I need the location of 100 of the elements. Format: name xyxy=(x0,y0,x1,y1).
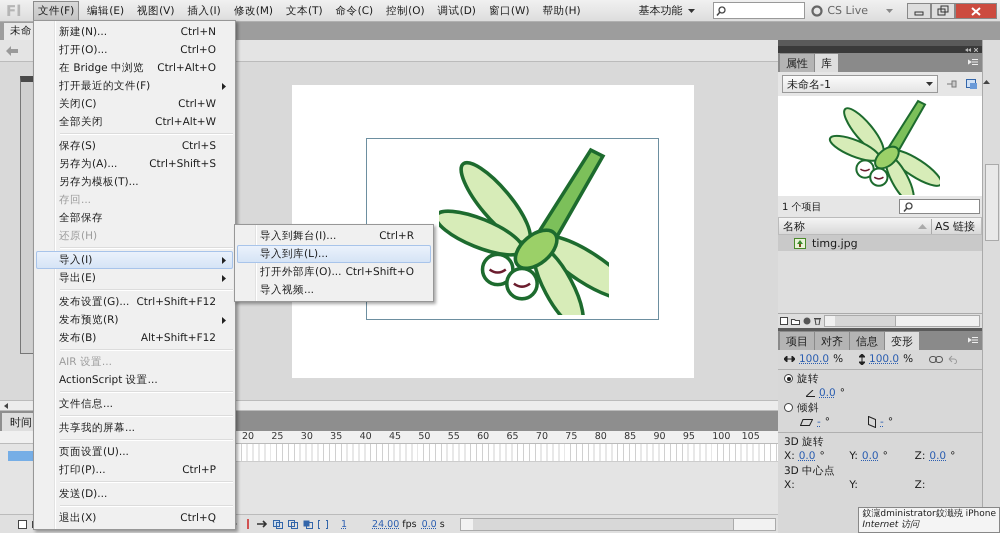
library-item[interactable]: timg.jpg xyxy=(778,235,982,251)
unit-label: ° xyxy=(819,450,825,462)
unit-label: % xyxy=(833,353,844,366)
menu-item[interactable]: 另存为(A)... Ctrl+Shift+S xyxy=(36,155,233,173)
tooltip-subtitle: Internet 访问 xyxy=(862,520,921,531)
unit-label: ° xyxy=(950,450,956,462)
skew-value[interactable]: - xyxy=(880,416,884,428)
menu-item[interactable]: 全部关闭 Ctrl+Alt+W xyxy=(36,113,233,131)
horizontal-scrollbar[interactable] xyxy=(460,518,776,530)
menu-item[interactable]: 退出(X) Ctrl+Q xyxy=(36,509,233,527)
radio-button[interactable] xyxy=(784,374,793,384)
menu-item[interactable]: 页面设置(U)... xyxy=(36,443,233,461)
menu-item[interactable]: 帮助(H) xyxy=(537,0,586,20)
menu-item[interactable]: 导出(E) xyxy=(36,269,233,287)
menu-item[interactable]: 编辑(E) xyxy=(82,0,130,20)
menu-item[interactable]: 发送(D)... xyxy=(36,485,233,503)
cs-live-button[interactable]: CS Live xyxy=(811,4,868,17)
panel-tab[interactable]: 信息 xyxy=(850,332,884,350)
menu-item[interactable]: 命令(C) xyxy=(330,0,378,20)
column-header[interactable]: 名称 xyxy=(783,218,914,234)
onion-skin-icon[interactable] xyxy=(273,520,283,528)
menu-item[interactable]: 关闭(C) Ctrl+W xyxy=(36,95,233,113)
menu-item[interactable]: 导入视频... xyxy=(237,281,431,299)
menu-item[interactable]: 打开最近的文件(F) xyxy=(36,77,233,95)
panel-tab[interactable]: 项目 xyxy=(780,332,814,350)
skew-value[interactable]: - xyxy=(817,416,821,428)
frame-rate[interactable]: 24.00 xyxy=(372,518,400,530)
menu-item[interactable]: 视图(V) xyxy=(132,0,180,20)
menu-item[interactable]: 文件信息... xyxy=(36,395,233,413)
height-scale-icon xyxy=(859,354,866,365)
unit-label: ° xyxy=(840,387,845,400)
unit-label: ° xyxy=(824,416,830,428)
column-header[interactable]: AS 链接 xyxy=(931,218,977,234)
library-dropdown[interactable]: 未命名-1 xyxy=(782,75,938,93)
folder-icon[interactable] xyxy=(791,318,800,324)
panel-tab[interactable]: 对齐 xyxy=(815,332,849,350)
frame-number: 100 xyxy=(712,431,732,443)
menu-item[interactable]: 另存为模板(T)... xyxy=(36,173,233,191)
menu-item[interactable]: 全部保存 xyxy=(36,209,233,227)
menu-item[interactable]: 发布(B) Alt+Shift+F12 xyxy=(36,329,233,347)
horizontal-scrollbar[interactable] xyxy=(824,315,980,327)
menu-item[interactable]: 调试(D) xyxy=(432,0,481,20)
axis-label: Y: xyxy=(849,450,858,462)
menu-item[interactable]: 导入到库(L)... xyxy=(237,245,431,263)
menu-item[interactable]: 导入到舞台(I)... Ctrl+R xyxy=(237,227,431,245)
menu-item[interactable]: 插入(I) xyxy=(182,0,226,20)
panel-menu-icon[interactable] xyxy=(968,337,978,344)
frame-number: 55 xyxy=(448,431,461,443)
menu-item[interactable]: 文本(T) xyxy=(281,0,328,20)
minimize-icon[interactable] xyxy=(907,2,931,18)
submenu-arrow-icon xyxy=(222,316,226,324)
panel-menu-icon[interactable] xyxy=(968,59,978,66)
menu-item[interactable]: ActionScript 设置... xyxy=(36,371,233,389)
rotation-value[interactable]: 0.0 xyxy=(819,387,836,400)
pin-icon[interactable] xyxy=(946,79,958,89)
panel-tab[interactable]: 库 xyxy=(815,54,838,72)
submenu-arrow-icon xyxy=(222,82,226,90)
restore-icon[interactable] xyxy=(931,2,955,18)
menu-item[interactable]: 导入(I) xyxy=(36,251,233,269)
menu-item[interactable]: 控制(O) xyxy=(381,0,430,20)
menu-item[interactable]: 打印(P)... Ctrl+P xyxy=(36,461,233,479)
scroll-up-icon[interactable] xyxy=(983,80,990,84)
marker-range-icon[interactable] xyxy=(318,520,328,528)
menu-item[interactable]: 新建(N)... Ctrl+N xyxy=(36,23,233,41)
scale-value[interactable]: 100.0 xyxy=(799,353,830,366)
frame-number: 35 xyxy=(330,431,344,443)
axis-value[interactable]: 0.0 xyxy=(929,450,946,462)
radio-button[interactable] xyxy=(784,403,793,412)
search-field[interactable] xyxy=(899,199,980,214)
scale-value[interactable]: 100.0 xyxy=(869,353,900,366)
new-library-icon[interactable] xyxy=(966,78,978,90)
menu-item[interactable]: 打开外部库(O)... Ctrl+Shift+O xyxy=(237,263,431,281)
workspace-dropdown[interactable]: 基本功能 xyxy=(630,1,704,20)
trash-icon[interactable] xyxy=(814,317,821,325)
center-frame-icon[interactable] xyxy=(245,519,251,529)
new-symbol-icon[interactable] xyxy=(780,317,788,325)
menu-item[interactable]: 文件(F) xyxy=(33,0,80,20)
scrollbar-thumb[interactable] xyxy=(984,164,998,241)
chain-icon[interactable] xyxy=(929,356,944,363)
menu-item[interactable]: 发布预览(R) xyxy=(36,311,233,329)
search-field[interactable] xyxy=(713,2,806,19)
close-icon[interactable] xyxy=(974,48,978,52)
edit-frames-icon[interactable] xyxy=(303,520,313,528)
axis-value[interactable]: 0.0 xyxy=(798,450,816,462)
menu-item[interactable]: 保存(S) Ctrl+S xyxy=(36,137,233,155)
axis-value[interactable]: 0.0 xyxy=(862,450,879,462)
onion-outline-icon[interactable] xyxy=(288,520,298,528)
new-layer-icon[interactable] xyxy=(18,520,27,528)
current-frame[interactable]: 1 xyxy=(341,518,348,530)
frame-number: 85 xyxy=(624,431,638,443)
search-icon xyxy=(903,202,913,212)
unit-label: ° xyxy=(882,450,888,462)
menu-item[interactable]: 发布设置(G)... Ctrl+Shift+F12 xyxy=(36,293,233,311)
scroll-left-icon[interactable] xyxy=(4,402,8,408)
panel-tab[interactable]: 变形 xyxy=(885,332,919,350)
menu-item[interactable]: 窗口(W) xyxy=(484,0,534,20)
panel-tab[interactable]: 属性 xyxy=(780,54,814,72)
menu-item[interactable]: 在 Bridge 中浏览 Ctrl+Alt+O xyxy=(36,59,233,77)
menu-item[interactable]: 修改(M) xyxy=(228,0,278,20)
close-icon[interactable] xyxy=(955,2,997,18)
